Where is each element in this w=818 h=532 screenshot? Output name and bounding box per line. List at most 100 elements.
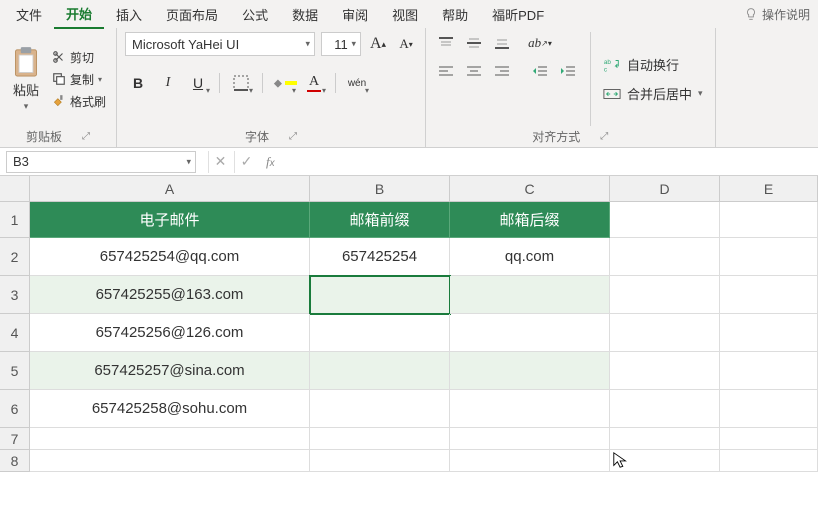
header-cell[interactable]: 邮箱后缀: [450, 202, 610, 238]
cell-C3[interactable]: [450, 276, 610, 314]
format-painter-button[interactable]: 格式刷: [50, 92, 108, 111]
cut-button[interactable]: 剪切: [50, 48, 108, 67]
cell-A4[interactable]: 657425256@126.com: [30, 314, 310, 352]
header-cell[interactable]: 邮箱前缀: [310, 202, 450, 238]
cell-D2[interactable]: [610, 238, 720, 276]
column-header-E[interactable]: E: [720, 176, 818, 202]
cell-B7[interactable]: [310, 428, 450, 450]
row-header-1[interactable]: 1: [0, 202, 30, 238]
cell-C7[interactable]: [450, 428, 610, 450]
column-header-A[interactable]: A: [30, 176, 310, 202]
font-size-select[interactable]: 11 ▾: [321, 32, 361, 56]
paste-button[interactable]: 粘贴 ▾: [8, 32, 44, 126]
fx-icon[interactable]: fx: [260, 154, 281, 170]
cell-C2[interactable]: qq.com: [450, 238, 610, 276]
decrease-indent-button[interactable]: [528, 60, 552, 82]
cell-A5[interactable]: 657425257@sina.com: [30, 352, 310, 390]
cell-E2[interactable]: [720, 238, 818, 276]
cell-D7[interactable]: [610, 428, 720, 450]
borders-button[interactable]: ▾: [228, 70, 254, 96]
header-cell[interactable]: 电子邮件: [30, 202, 310, 238]
underline-button[interactable]: U▾: [185, 70, 211, 96]
row-header-8[interactable]: 8: [0, 450, 30, 472]
name-box[interactable]: B3 ▾: [6, 151, 196, 173]
row-header-3[interactable]: 3: [0, 276, 30, 314]
cell-D8[interactable]: [610, 450, 720, 472]
cell-A6[interactable]: 657425258@sohu.com: [30, 390, 310, 428]
formula-input[interactable]: [287, 151, 818, 173]
cell-B5[interactable]: [310, 352, 450, 390]
decrease-font-button[interactable]: A▾: [395, 33, 417, 55]
cell-D6[interactable]: [610, 390, 720, 428]
cell[interactable]: [610, 202, 720, 238]
cell[interactable]: [720, 202, 818, 238]
align-center-button[interactable]: [462, 60, 486, 82]
cell-D4[interactable]: [610, 314, 720, 352]
orientation-button[interactable]: ab↗▾: [528, 32, 552, 54]
bold-button[interactable]: B: [125, 70, 151, 96]
align-left-button[interactable]: [434, 60, 458, 82]
cell-C6[interactable]: [450, 390, 610, 428]
tab-formulas[interactable]: 公式: [230, 1, 280, 28]
select-all-corner[interactable]: [0, 176, 30, 202]
align-right-button[interactable]: [490, 60, 514, 82]
row-header-4[interactable]: 4: [0, 314, 30, 352]
font-color-button[interactable]: A ▾: [301, 70, 327, 96]
cell-C4[interactable]: [450, 314, 610, 352]
formula-enter-button[interactable]: ✓: [234, 151, 258, 173]
cell-B2[interactable]: 657425254: [310, 238, 450, 276]
cell-E8[interactable]: [720, 450, 818, 472]
increase-font-button[interactable]: A▴: [367, 33, 389, 55]
cell-E3[interactable]: [720, 276, 818, 314]
column-header-B[interactable]: B: [310, 176, 450, 202]
formula-cancel-button[interactable]: ✕: [208, 151, 232, 173]
cell-A2[interactable]: 657425254@qq.com: [30, 238, 310, 276]
cell-D5[interactable]: [610, 352, 720, 390]
cell-A3[interactable]: 657425255@163.com: [30, 276, 310, 314]
cell-B3[interactable]: [310, 276, 450, 314]
tab-home[interactable]: 开始: [54, 0, 104, 29]
row-header-5[interactable]: 5: [0, 352, 30, 390]
cell-E4[interactable]: [720, 314, 818, 352]
align-bottom-button[interactable]: [490, 32, 514, 54]
cell-A8[interactable]: [30, 450, 310, 472]
cell-B8[interactable]: [310, 450, 450, 472]
column-header-C[interactable]: C: [450, 176, 610, 202]
tab-view[interactable]: 视图: [380, 1, 430, 28]
clipboard-dialog-launcher[interactable]: ⤢: [82, 131, 90, 142]
tab-data[interactable]: 数据: [280, 1, 330, 28]
wrap-text-button[interactable]: abc 自动换行: [599, 53, 707, 76]
cell-A7[interactable]: [30, 428, 310, 450]
tab-insert[interactable]: 插入: [104, 1, 154, 28]
tab-review[interactable]: 审阅: [330, 1, 380, 28]
tab-foxit-pdf[interactable]: 福昕PDF: [480, 1, 556, 28]
tab-page-layout[interactable]: 页面布局: [154, 1, 230, 28]
cell-E7[interactable]: [720, 428, 818, 450]
font-dialog-launcher[interactable]: ⤢: [289, 131, 297, 142]
row-header-7[interactable]: 7: [0, 428, 30, 450]
column-header-D[interactable]: D: [610, 176, 720, 202]
tab-help[interactable]: 帮助: [430, 1, 480, 28]
cell-E6[interactable]: [720, 390, 818, 428]
cell-B4[interactable]: [310, 314, 450, 352]
cell-B6[interactable]: [310, 390, 450, 428]
worksheet-grid[interactable]: ABCDE1电子邮件邮箱前缀邮箱后缀2657425254@qq.com65742…: [0, 176, 818, 472]
alignment-dialog-launcher[interactable]: ⤢: [600, 131, 608, 142]
phonetic-guide-button[interactable]: wén ▾: [344, 70, 370, 96]
align-middle-button[interactable]: [462, 32, 486, 54]
align-top-button[interactable]: [434, 32, 458, 54]
row-header-6[interactable]: 6: [0, 390, 30, 428]
merge-center-button[interactable]: 合并后居中 ▾: [599, 82, 707, 105]
row-header-2[interactable]: 2: [0, 238, 30, 276]
italic-button[interactable]: I: [155, 70, 181, 96]
cell-C8[interactable]: [450, 450, 610, 472]
cell-C5[interactable]: [450, 352, 610, 390]
increase-indent-button[interactable]: [556, 60, 580, 82]
cell-E5[interactable]: [720, 352, 818, 390]
tab-file[interactable]: 文件: [4, 1, 54, 28]
fill-color-button[interactable]: ▾: [271, 70, 297, 96]
copy-button[interactable]: 复制 ▾: [50, 70, 108, 89]
tell-me[interactable]: 操作说明: [744, 6, 814, 23]
font-name-select[interactable]: Microsoft YaHei UI ▾: [125, 32, 315, 56]
cell-D3[interactable]: [610, 276, 720, 314]
